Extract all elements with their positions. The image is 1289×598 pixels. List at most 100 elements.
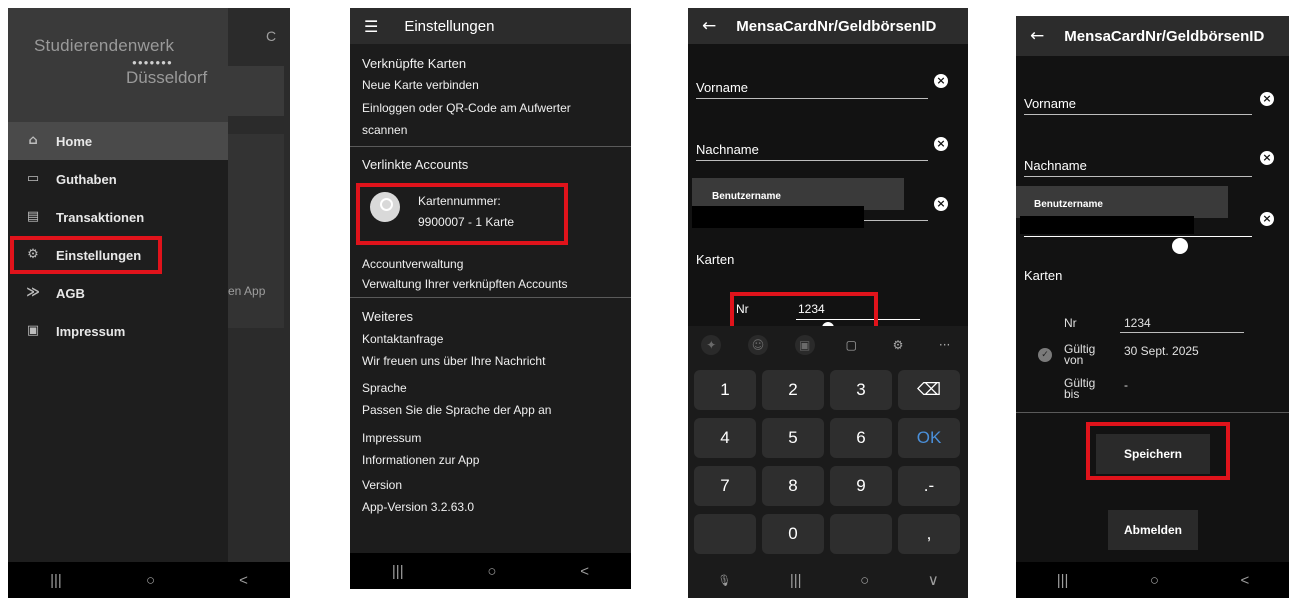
sparkle-icon[interactable]: ✦ — [701, 335, 722, 355]
valid-to-value: - — [1124, 378, 1128, 392]
brand-logo-line2: Düsseldorf — [126, 68, 208, 87]
home-button[interactable]: ○ — [1150, 572, 1159, 589]
key-3[interactable]: 3 — [830, 370, 892, 410]
back-button[interactable]: < — [1240, 572, 1249, 589]
username-tooltip-label: Benutzername — [712, 191, 781, 202]
clear-icon[interactable]: × — [934, 137, 948, 151]
key-empty — [694, 514, 756, 554]
back-arrow-icon[interactable]: ← — [1030, 26, 1044, 46]
account-management-desc: Verwaltung Ihrer verknüpften Accounts — [362, 277, 568, 291]
key-7[interactable]: 7 — [694, 466, 756, 506]
drawer-item-label: Home — [56, 133, 93, 149]
highlight-nr — [730, 292, 878, 330]
back-button[interactable]: < — [239, 572, 248, 589]
first-name-underline — [696, 98, 928, 99]
background-banner — [228, 134, 284, 328]
cash-icon: ▭ — [26, 171, 40, 186]
home-button[interactable]: ○ — [860, 572, 869, 589]
key-6[interactable]: 6 — [830, 418, 892, 458]
screen-drawer: C en App Studierendenwerk ●●●●●●● Düssel… — [8, 8, 290, 598]
key-2[interactable]: 2 — [762, 370, 824, 410]
clipboard-icon: ▣ — [26, 323, 40, 338]
key-8[interactable]: 8 — [762, 466, 824, 506]
drawer-item-home[interactable]: ⌂ Home — [8, 122, 228, 160]
language-link[interactable]: Sprache — [362, 381, 407, 395]
nr-label: Nr — [1064, 316, 1077, 330]
back-arrow-icon[interactable]: ← — [702, 16, 716, 36]
clipboard-icon[interactable]: ▢ — [841, 335, 861, 355]
app-bar: ← MensaCardNr/GeldbörsenID — [1016, 16, 1289, 56]
sticker-icon[interactable]: ▣ — [794, 335, 815, 355]
drawer-item-label: Guthaben — [56, 171, 117, 187]
key-0[interactable]: 0 — [762, 514, 824, 554]
drawer-item-transaktionen[interactable]: ▤ Transaktionen — [8, 198, 228, 236]
system-navbar: ||| ○ < — [8, 562, 290, 598]
version-label: Version — [362, 478, 403, 492]
connect-card-hint-2: scannen — [362, 123, 408, 137]
clear-icon[interactable]: × — [934, 74, 948, 88]
first-name-underline — [1024, 114, 1252, 115]
drawer-item-impressum[interactable]: ▣ Impressum — [8, 312, 228, 350]
clear-icon[interactable]: × — [1260, 151, 1274, 165]
connect-card-link[interactable]: Neue Karte verbinden — [362, 78, 479, 92]
key-5[interactable]: 5 — [762, 418, 824, 458]
key-1[interactable]: 1 — [694, 370, 756, 410]
home-button[interactable]: ○ — [487, 563, 496, 580]
recents-button[interactable]: ||| — [392, 563, 404, 580]
last-name-field[interactable]: Nachname — [696, 142, 759, 157]
key-9[interactable]: 9 — [830, 466, 892, 506]
recents-button[interactable]: ||| — [790, 572, 802, 589]
cards-label: Karten — [696, 252, 735, 267]
contact-desc: Wir freuen uns über Ihre Nachricht — [362, 354, 546, 368]
divider — [1016, 412, 1289, 413]
mic-icon[interactable]: 🎙 — [717, 574, 731, 587]
clear-icon[interactable]: × — [1260, 92, 1274, 106]
clear-icon[interactable]: × — [1260, 212, 1274, 226]
imprint-link[interactable]: Impressum — [362, 431, 421, 445]
drawer-item-label: Transaktionen — [56, 209, 145, 225]
recents-button[interactable]: ||| — [50, 572, 62, 589]
last-name-underline — [696, 160, 928, 161]
keyboard-toolbar: ✦ ☺ ▣ ▢ ⚙ ··· — [688, 326, 968, 364]
valid-from-label-line2: von — [1064, 353, 1084, 367]
last-name-field[interactable]: Nachname — [1024, 158, 1087, 173]
drawer-item-guthaben[interactable]: ▭ Guthaben — [8, 160, 228, 198]
valid-to-label: Gültig bis — [1064, 377, 1095, 400]
account-management-link[interactable]: Accountverwaltung — [362, 257, 463, 271]
ok-key[interactable]: OK — [898, 418, 960, 458]
key-dot-minus[interactable]: .- — [898, 466, 960, 506]
section-more: Weiteres — [362, 309, 414, 324]
back-button[interactable]: < — [580, 563, 589, 580]
page-title: MensaCardNr/GeldbörsenID — [736, 17, 937, 35]
screen-card-form-keyboard: ← MensaCardNr/GeldbörsenID Vorname × Nac… — [688, 8, 968, 598]
key-4[interactable]: 4 — [694, 418, 756, 458]
page-title: Einstellungen — [404, 17, 495, 35]
highlight-account — [356, 183, 568, 245]
logout-button[interactable]: Abmelden — [1108, 510, 1198, 550]
keyboard-hide-button[interactable]: ∨ — [928, 571, 939, 589]
valid-from-label: Gültig von — [1064, 343, 1095, 367]
text-cursor-handle[interactable] — [1172, 238, 1188, 254]
screen-settings: ☰ Einstellungen Verknüpfte Karten Neue K… — [350, 8, 631, 589]
section-linked-cards: Verknüpfte Karten — [362, 56, 467, 71]
highlight-save — [1086, 422, 1230, 480]
first-name-field[interactable]: Vorname — [696, 80, 748, 95]
navigation-drawer: Studierendenwerk ●●●●●●● Düsseldorf ⌂ Ho… — [8, 8, 228, 562]
nr-value[interactable]: 1234 — [1124, 316, 1151, 330]
menu-icon[interactable]: ☰ — [364, 17, 378, 36]
clear-icon[interactable]: × — [934, 197, 948, 211]
username-underline — [1024, 236, 1252, 237]
backspace-key[interactable]: ⌫ — [898, 370, 960, 410]
gear-icon[interactable]: ⚙ — [888, 335, 908, 355]
more-icon[interactable]: ··· — [935, 335, 955, 355]
emoji-icon[interactable]: ☺ — [747, 335, 768, 355]
refresh-icon[interactable]: C — [266, 28, 276, 44]
key-comma[interactable]: , — [898, 514, 960, 554]
home-button[interactable]: ○ — [146, 572, 155, 589]
numeric-keyboard: ✦ ☺ ▣ ▢ ⚙ ··· 1 2 3 ⌫ 4 5 6 OK 7 8 9 .- … — [688, 326, 968, 598]
recents-button[interactable]: ||| — [1057, 572, 1069, 589]
first-name-field[interactable]: Vorname — [1024, 96, 1076, 111]
drawer-item-agb[interactable]: ≫ AGB — [8, 274, 228, 312]
contact-link[interactable]: Kontaktanfrage — [362, 332, 443, 346]
system-navbar: ||| ○ < — [1016, 562, 1289, 598]
